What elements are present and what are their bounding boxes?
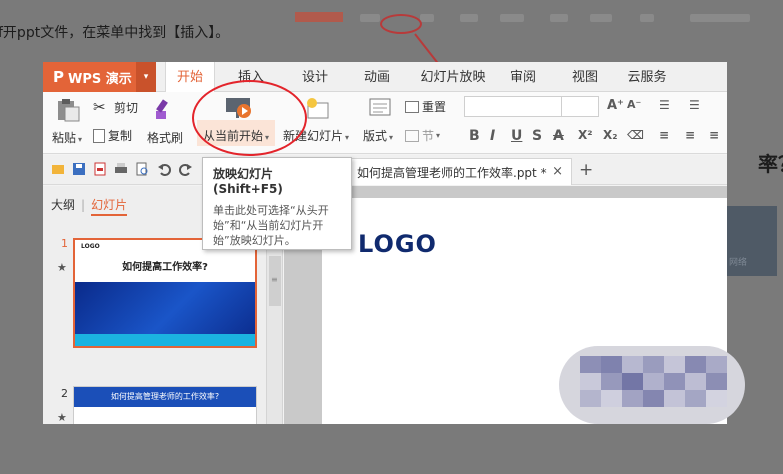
increase-font-size-icon[interactable]: A⁺ xyxy=(607,98,624,113)
section-button[interactable]: 节 ▾ xyxy=(405,127,440,144)
print-preview-icon[interactable] xyxy=(135,162,149,176)
superscript-button[interactable]: X² xyxy=(578,128,593,142)
bold-button[interactable]: B xyxy=(469,128,480,144)
background-image: 网络 xyxy=(727,206,777,276)
subscript-button[interactable]: X₂ xyxy=(603,128,618,142)
font-family-select[interactable] xyxy=(464,96,562,117)
strikethrough-button[interactable]: A xyxy=(553,128,564,144)
undo-icon[interactable] xyxy=(157,162,171,176)
align-right-icon[interactable]: ≡ xyxy=(709,128,719,142)
ribbon-toolbar: 粘贴 ▾ ✂ 剪切 复制 格式刷 从当前开始 ▾ 新建幻灯片 ▾ 版式 ▾ 重置… xyxy=(43,92,727,154)
paste-button[interactable]: 粘贴 ▾ xyxy=(52,129,82,146)
scissors-icon: ✂ xyxy=(93,98,106,116)
font-size-select[interactable] xyxy=(561,96,599,117)
background-image-caption: 网络 xyxy=(729,258,748,268)
redo-icon[interactable] xyxy=(179,162,193,176)
thumbnail-title: 如何提高管理老师的工作效率? xyxy=(110,392,220,401)
document-tab[interactable]: 如何提高管理老师的工作效率.ppt * × xyxy=(350,158,572,185)
menu-bar: P WPS 演示 ▾ 开始 插入 设计 动画 幻灯片放映 审阅 视图 云服务 xyxy=(43,62,727,92)
align-center-icon[interactable]: ≡ xyxy=(685,128,695,142)
copy-button[interactable]: 复制 xyxy=(93,127,132,144)
app-name: WPS 演示 xyxy=(68,71,132,87)
pixelated-watermark xyxy=(559,346,745,424)
animation-star-icon: ★ xyxy=(57,261,67,274)
thumbnail-title: 如何提高工作效率? xyxy=(122,262,208,273)
bullet-list-icon[interactable]: ☰ xyxy=(659,98,670,112)
tab-animation[interactable]: 动画 xyxy=(355,62,399,92)
annotation-circle xyxy=(192,80,307,156)
new-tab-icon[interactable]: + xyxy=(579,160,593,180)
tab-slides[interactable]: 幻灯片 xyxy=(91,198,128,216)
slide-thumbnail-2[interactable]: 如何提高管理老师的工作效率? xyxy=(73,386,257,424)
slideshow-tooltip: 放映幻灯片 (Shift+F5) 单击此处可选择“从头开始”和“从当前幻灯片开始… xyxy=(202,157,352,250)
tab-review[interactable]: 审阅 xyxy=(501,62,545,92)
close-tab-icon[interactable]: × xyxy=(552,164,563,179)
clear-format-icon[interactable]: ⌫ xyxy=(627,128,644,142)
instruction-text: f开ppt文件，在菜单中找到【插入】。 xyxy=(0,25,230,41)
thumbnail-image xyxy=(75,282,255,334)
align-left-icon[interactable]: ≡ xyxy=(659,128,669,142)
thumbnail-logo: LOGO xyxy=(81,243,100,250)
tab-cloud-service[interactable]: 云服务 xyxy=(621,62,673,92)
background-heading-fragment: 率？ xyxy=(758,152,783,176)
format-painter-icon[interactable] xyxy=(153,98,177,124)
animation-star-icon: ★ xyxy=(57,411,67,424)
export-pdf-icon[interactable] xyxy=(93,162,107,176)
open-folder-icon[interactable] xyxy=(51,162,65,176)
slide-thumbnail-1[interactable]: LOGO 如何提高工作效率? xyxy=(73,238,257,348)
reset-button[interactable]: 重置 xyxy=(405,98,446,115)
decrease-font-size-icon[interactable]: A⁻ xyxy=(627,98,641,111)
tab-design[interactable]: 设计 xyxy=(293,62,337,92)
document-tab-title: 如何提高管理老师的工作效率.ppt * xyxy=(357,165,547,180)
background-annotation-circle xyxy=(380,14,422,34)
new-slide-icon[interactable] xyxy=(305,97,331,121)
layout-icon[interactable] xyxy=(368,97,392,119)
tab-home[interactable]: 开始 xyxy=(165,62,215,92)
save-icon[interactable] xyxy=(72,162,86,176)
numbered-list-icon[interactable]: ☰ xyxy=(689,98,700,112)
tooltip-title: 放映幻灯片 (Shift+F5) xyxy=(213,167,283,196)
tab-outline[interactable]: 大纲 xyxy=(51,198,75,212)
wps-app-menu-button[interactable]: P WPS 演示 ▾ xyxy=(43,62,156,92)
print-icon[interactable] xyxy=(114,162,128,176)
panel-tabs: 大纲 | 幻灯片 xyxy=(51,196,128,216)
background-toolbar xyxy=(290,10,783,46)
italic-button[interactable]: I xyxy=(490,128,495,144)
format-painter-button[interactable]: 格式刷 xyxy=(147,129,183,146)
cut-button[interactable]: ✂ 剪切 xyxy=(93,98,138,116)
tab-view[interactable]: 视图 xyxy=(563,62,607,92)
tab-slideshow[interactable]: 幻灯片放映 xyxy=(415,62,491,92)
reset-icon xyxy=(405,100,419,113)
paste-icon[interactable] xyxy=(55,98,81,122)
scrollbar-grip-icon: ≡ xyxy=(271,275,278,284)
slide-logo: LOGO xyxy=(358,230,437,258)
tooltip-body: 单击此处可选择“从头开始”和“从当前幻灯片开始”放映幻灯片。 xyxy=(213,204,329,247)
slide-number: 2 xyxy=(61,387,68,400)
underline-button[interactable]: U xyxy=(511,128,522,144)
slide-number: 1 xyxy=(61,237,68,250)
thumbnail-footer-bar xyxy=(75,334,255,346)
app-menu-caret-icon[interactable]: ▾ xyxy=(136,62,156,92)
layout-button[interactable]: 版式 ▾ xyxy=(363,127,393,144)
copy-icon xyxy=(93,128,105,143)
wps-logo-icon: P xyxy=(53,68,64,86)
section-icon xyxy=(405,129,419,142)
shadow-button[interactable]: S xyxy=(532,128,542,144)
